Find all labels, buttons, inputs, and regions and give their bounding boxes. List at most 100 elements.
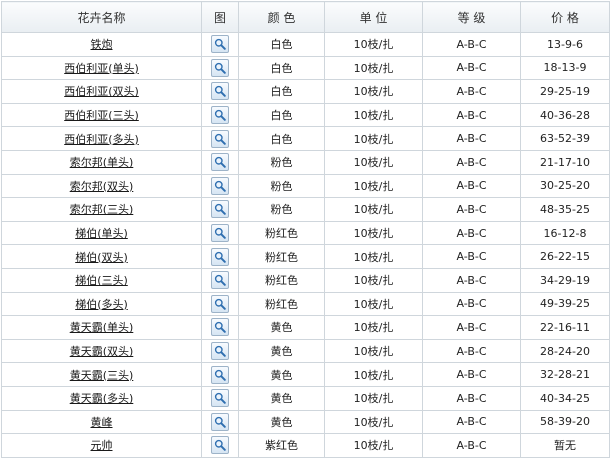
flower-grade: A-B-C [456,155,487,169]
flower-color: 黄色 [270,321,293,335]
flower-name-link[interactable]: 黄天霸(双头) [70,345,134,358]
table-row: 索尔邦(双头) 粉色 10枝/扎 A-B-C 30-25-20 [1,173,610,199]
flower-name-link[interactable]: 索尔邦(三头) [70,203,134,216]
flower-price-page: 花卉名称 图 颜 色 单 位 等 级 价 格 铁炮白色 10枝/扎 A-B-C 13-… [0,1,610,473]
column-header-color: 颜 色 [238,1,325,33]
flower-grade: A-B-C [456,37,487,51]
magnifier-icon [214,322,226,334]
flower-unit: 10枝/扎 [353,297,394,311]
magnifier-icon [214,345,226,357]
flower-price: 34-29-19 [540,273,590,287]
flower-name-link[interactable]: 黄峰 [91,416,113,429]
flower-unit: 10枝/扎 [353,203,394,217]
table-row: 元帅 紫红色 10枝/扎 A-B-C 暂无 [1,433,610,458]
flower-color: 紫红色 [265,439,298,453]
flower-grade: A-B-C [456,108,487,122]
flower-price: 30-25-20 [540,179,590,193]
table-header-row: 花卉名称 图 颜 色 单 位 等 级 价 格 [1,1,610,33]
flower-name-link[interactable]: 西伯利亚(多头) [64,133,139,146]
flower-color: 粉红色 [265,227,298,241]
view-image-button[interactable] [211,318,229,337]
flower-grade: A-B-C [456,391,487,405]
magnifier-icon [214,440,226,452]
table-row: 黄天霸(单头) 黄色 10枝/扎 A-B-C 22-16-11 [1,315,610,340]
table-row: 西伯利亚(三头) 白色 10枝/扎 A-B-C 40-36-28 [1,102,610,128]
flower-price: 16-12-8 [543,226,587,240]
flower-name-link[interactable]: 西伯利亚(三头) [64,109,139,122]
flower-color: 白色 [270,85,293,99]
table-row: 索尔邦(单头) 粉色 10枝/扎 A-B-C 21-17-10 [1,149,610,175]
flower-price: 48-35-25 [540,202,590,216]
flower-grade: A-B-C [456,438,487,452]
magnifier-icon [214,251,226,263]
flower-price: 21-17-10 [540,155,590,169]
magnifier-icon [214,39,226,51]
view-image-button[interactable] [211,294,229,313]
flower-name-link[interactable]: 梯伯(多头) [75,298,128,311]
view-image-button[interactable] [211,129,229,148]
flower-unit: 10枝/扎 [353,85,394,99]
flower-color: 黄色 [270,368,293,382]
view-image-button[interactable] [211,436,229,455]
flower-name-link[interactable]: 索尔邦(单头) [70,156,134,169]
flower-name-link[interactable]: 铁炮 [91,38,113,51]
flower-price-table: 花卉名称 图 颜 色 单 位 等 级 价 格 铁炮白色 10枝/扎 A-B-C 13-… [1,1,610,458]
flower-price: 13-9-6 [547,37,583,51]
flower-grade: A-B-C [456,273,487,287]
flower-unit: 10枝/扎 [353,227,394,241]
magnifier-icon [214,180,226,192]
view-image-button[interactable] [211,271,229,290]
magnifier-icon [214,62,226,74]
magnifier-icon [214,133,226,145]
flower-name-link[interactable]: 西伯利亚(双头) [64,85,139,98]
magnifier-icon [214,109,226,121]
view-image-button[interactable] [211,35,229,54]
flower-color: 粉红色 [265,274,298,288]
column-header-name: 花卉名称 [1,1,202,33]
table-row: 梯伯(双头) 粉红色 10枝/扎 A-B-C 26-22-15 [1,244,610,269]
flower-unit: 10枝/扎 [353,345,394,359]
flower-name-link[interactable]: 黄天霸(单头) [70,321,134,334]
flower-name-link[interactable]: 梯伯(双头) [75,251,128,264]
flower-unit: 10枝/扎 [353,38,394,52]
table-row: 黄天霸(三头) 黄色 10枝/扎 A-B-C 32-28-21 [1,362,610,387]
flower-name-link[interactable]: 梯伯(单头) [75,227,128,240]
magnifier-icon [214,86,226,98]
flower-grade: A-B-C [456,250,487,264]
flower-name-link[interactable]: 梯伯(三头) [75,274,128,287]
flower-name-link[interactable]: 黄天霸(多头) [70,392,134,405]
view-image-button[interactable] [211,153,229,172]
flower-price: 40-36-28 [540,108,590,122]
view-image-button[interactable] [211,247,229,266]
view-image-button[interactable] [211,58,229,77]
table-row: 梯伯(单头) 粉红色 10枝/扎 A-B-C 16-12-8 [1,220,610,246]
flower-color: 粉色 [270,156,293,170]
flower-price: 40-34-25 [540,391,590,405]
table-row: 铁炮 白色 10枝/扎 A-B-C 13-9-6 [1,32,610,57]
magnifier-icon [214,157,226,169]
view-image-button[interactable] [211,412,229,431]
table-row: 梯伯(三头) 粉红色 10枝/扎 A-B-C 34-29-19 [1,267,610,293]
flower-name-link[interactable]: 索尔邦(双头) [70,180,134,193]
view-image-button[interactable] [211,224,229,243]
table-row: 西伯利亚(双头) 白色 10枝/扎 A-B-C 29-25-19 [1,79,610,104]
flower-unit: 10枝/扎 [353,274,394,288]
flower-unit: 10枝/扎 [353,179,394,193]
flower-name-link[interactable]: 黄天霸(三头) [70,369,134,382]
flower-name-link[interactable]: 元帅 [91,439,113,452]
view-image-button[interactable] [211,106,229,125]
flower-unit: 10枝/扎 [353,321,394,335]
flower-unit: 10枝/扎 [353,132,394,146]
table-row: 黄峰 黄色 10枝/扎 A-B-C 58-39-20 [1,409,610,435]
view-image-button[interactable] [211,176,229,195]
flower-grade: A-B-C [456,297,487,311]
view-image-button[interactable] [211,342,229,361]
view-image-button[interactable] [211,365,229,384]
view-image-button[interactable] [211,200,229,219]
flower-price: 58-39-20 [540,415,590,429]
view-image-button[interactable] [211,82,229,101]
flower-color: 白色 [270,132,293,146]
flower-grade: A-B-C [456,368,487,382]
flower-name-link[interactable]: 西伯利亚(单头) [64,62,139,75]
view-image-button[interactable] [211,389,229,408]
